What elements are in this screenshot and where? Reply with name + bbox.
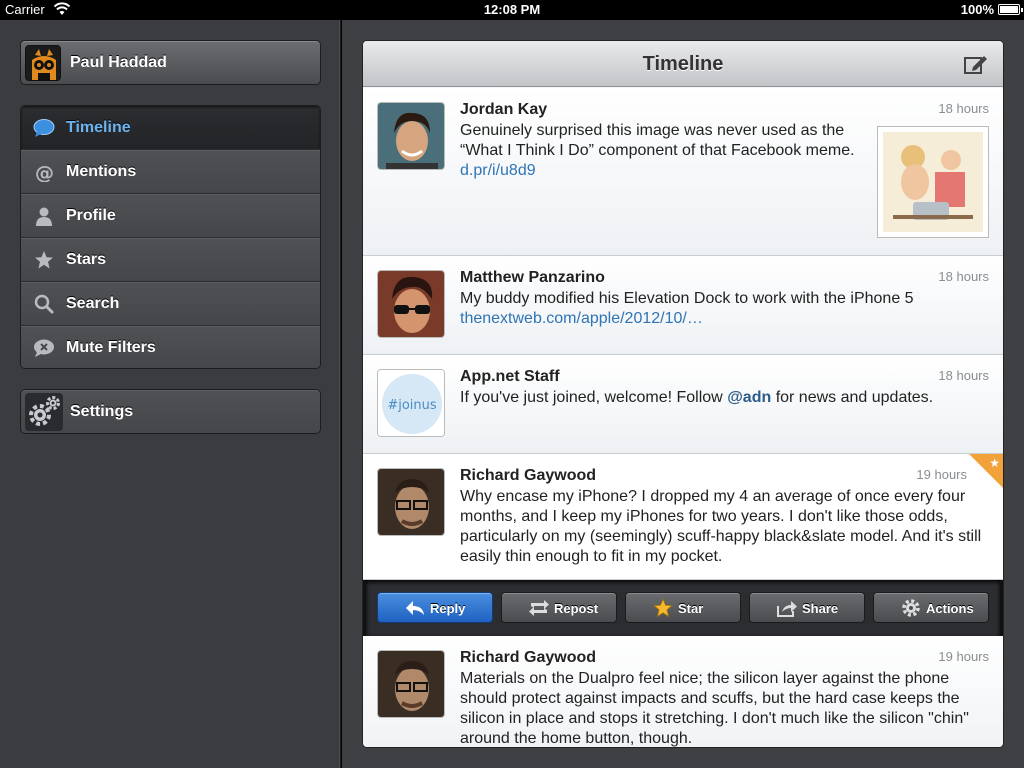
post-text: for news and updates. <box>775 389 934 406</box>
repost-label: Repost <box>554 601 599 616</box>
post-link[interactable]: d.pr/i/u8d9 <box>460 162 536 179</box>
magnifier-icon <box>34 294 54 314</box>
main-pane: Timeline Jordan Kay 18 hours Genuinely s… <box>342 20 1024 768</box>
post-author[interactable]: Jordan Kay <box>460 101 547 119</box>
person-photo <box>378 271 444 337</box>
post-time: 19 hours <box>916 467 967 482</box>
account-avatar <box>25 45 61 81</box>
reply-arrow-icon <box>406 601 424 615</box>
joinus-avatar: #joinus <box>378 370 444 436</box>
actions-label: Actions <box>926 601 974 616</box>
sidebar-item-label: Mentions <box>66 163 137 180</box>
sidebar-item-label: Profile <box>66 207 116 224</box>
list-item[interactable]: Jordan Kay 18 hours Genuinely surprised … <box>363 88 1003 256</box>
avatar[interactable] <box>377 102 445 170</box>
list-item[interactable]: ★ Richard Gaywood 19 hours Why encase my… <box>363 454 1003 580</box>
owl-avatar-icon <box>26 46 60 80</box>
svg-text:@: @ <box>35 162 54 182</box>
mute-bubble-icon <box>34 339 54 357</box>
sidebar: Paul Haddad Timeline @ Mentions Profile <box>0 20 341 768</box>
share-icon <box>777 601 797 617</box>
sidebar-item-label: Mute Filters <box>66 339 156 356</box>
gear-icon <box>902 599 920 617</box>
person-photo <box>378 469 444 535</box>
list-item[interactable]: #joinus App.net Staff 18 hours If you've… <box>363 355 1003 454</box>
post-time: 18 hours <box>938 368 989 383</box>
sidebar-item-mentions[interactable]: @ Mentions <box>21 150 320 194</box>
cartoon-image <box>883 132 983 232</box>
status-bar: Carrier 12:08 PM 100% <box>0 0 1024 20</box>
post-mention[interactable]: @adn <box>727 389 771 406</box>
repost-arrows-icon <box>529 600 549 616</box>
person-photo <box>378 103 444 169</box>
person-photo <box>378 651 444 717</box>
avatar[interactable]: #joinus <box>377 369 445 437</box>
post-author[interactable]: App.net Staff <box>460 368 560 386</box>
sidebar-item-label: Search <box>66 295 120 312</box>
post-text: My buddy modified his Elevation Dock to … <box>460 290 914 307</box>
share-button[interactable]: Share <box>749 592 865 623</box>
at-sign-icon: @ <box>35 162 54 182</box>
compose-icon[interactable] <box>963 52 989 76</box>
clock: 12:08 PM <box>483 2 541 17</box>
sidebar-item-stars[interactable]: Stars <box>21 238 320 282</box>
account-button[interactable]: Paul Haddad <box>20 40 321 85</box>
star-icon <box>652 598 674 618</box>
nav-menu: Timeline @ Mentions Profile Stars Search… <box>20 105 321 369</box>
post-author[interactable]: Matthew Panzarino <box>460 269 605 287</box>
star-label: Star <box>678 601 704 616</box>
avatar[interactable] <box>377 650 445 718</box>
post-author[interactable]: Richard Gaywood <box>460 649 596 667</box>
star-button[interactable]: Star <box>625 592 741 623</box>
post-text: Materials on the Dualpro feel nice; the … <box>460 670 969 747</box>
post-action-bar: Reply Repost Star Share Actions <box>363 580 1003 636</box>
title-bar: Timeline <box>363 41 1003 87</box>
settings-label: Settings <box>70 403 134 420</box>
post-time: 18 hours <box>938 269 989 284</box>
repost-button[interactable]: Repost <box>501 592 617 623</box>
post-body: Why encase my iPhone? I dropped my 4 an … <box>460 487 990 567</box>
settings-button[interactable]: Settings <box>20 389 321 434</box>
reply-label: Reply <box>430 601 466 616</box>
list-item[interactable]: Matthew Panzarino 18 hours My buddy modi… <box>363 256 1003 355</box>
person-icon <box>36 207 52 226</box>
post-text: If you've just joined, welcome! Follow <box>460 389 723 406</box>
actions-button[interactable]: Actions <box>873 592 989 623</box>
list-item[interactable]: Richard Gaywood 19 hours Materials on th… <box>363 636 1003 747</box>
sidebar-item-label: Timeline <box>66 119 131 136</box>
speech-bubble-icon <box>33 119 55 137</box>
gears-icon <box>25 393 63 431</box>
sidebar-item-timeline[interactable]: Timeline <box>21 106 320 150</box>
post-body: My buddy modified his Elevation Dock to … <box>460 289 990 329</box>
battery-icon <box>998 4 1023 15</box>
post-body: Genuinely surprised this image was never… <box>460 121 870 181</box>
post-body: If you've just joined, welcome! Follow @… <box>460 388 990 408</box>
avatar[interactable] <box>377 468 445 536</box>
post-text: Genuinely surprised this image was never… <box>460 122 855 159</box>
battery-percent: 100% <box>960 2 994 17</box>
sidebar-item-label: Stars <box>66 251 107 268</box>
account-name: Paul Haddad <box>70 54 167 71</box>
avatar[interactable] <box>377 270 445 338</box>
avatar-label: #joinus <box>387 398 437 413</box>
star-icon <box>35 251 53 269</box>
post-time: 19 hours <box>938 649 989 664</box>
page-title: Timeline <box>642 53 724 75</box>
post-image-thumbnail[interactable] <box>877 126 989 238</box>
sidebar-item-mute-filters[interactable]: Mute Filters <box>21 326 320 368</box>
post-link[interactable]: thenextweb.com/apple/2012/10/… <box>460 310 703 327</box>
share-label: Share <box>802 601 839 616</box>
post-time: 18 hours <box>938 101 989 116</box>
timeline-feed[interactable]: Jordan Kay 18 hours Genuinely surprised … <box>363 88 1003 747</box>
reply-button[interactable]: Reply <box>377 592 493 623</box>
timeline-panel: Timeline Jordan Kay 18 hours Genuinely s… <box>362 40 1004 748</box>
post-text: Why encase my iPhone? I dropped my 4 an … <box>460 488 982 565</box>
sidebar-item-search[interactable]: Search <box>21 282 320 326</box>
post-body: Materials on the Dualpro feel nice; the … <box>460 669 990 747</box>
star-icon: ★ <box>989 456 1000 470</box>
sidebar-item-profile[interactable]: Profile <box>21 194 320 238</box>
post-author[interactable]: Richard Gaywood <box>460 467 596 485</box>
